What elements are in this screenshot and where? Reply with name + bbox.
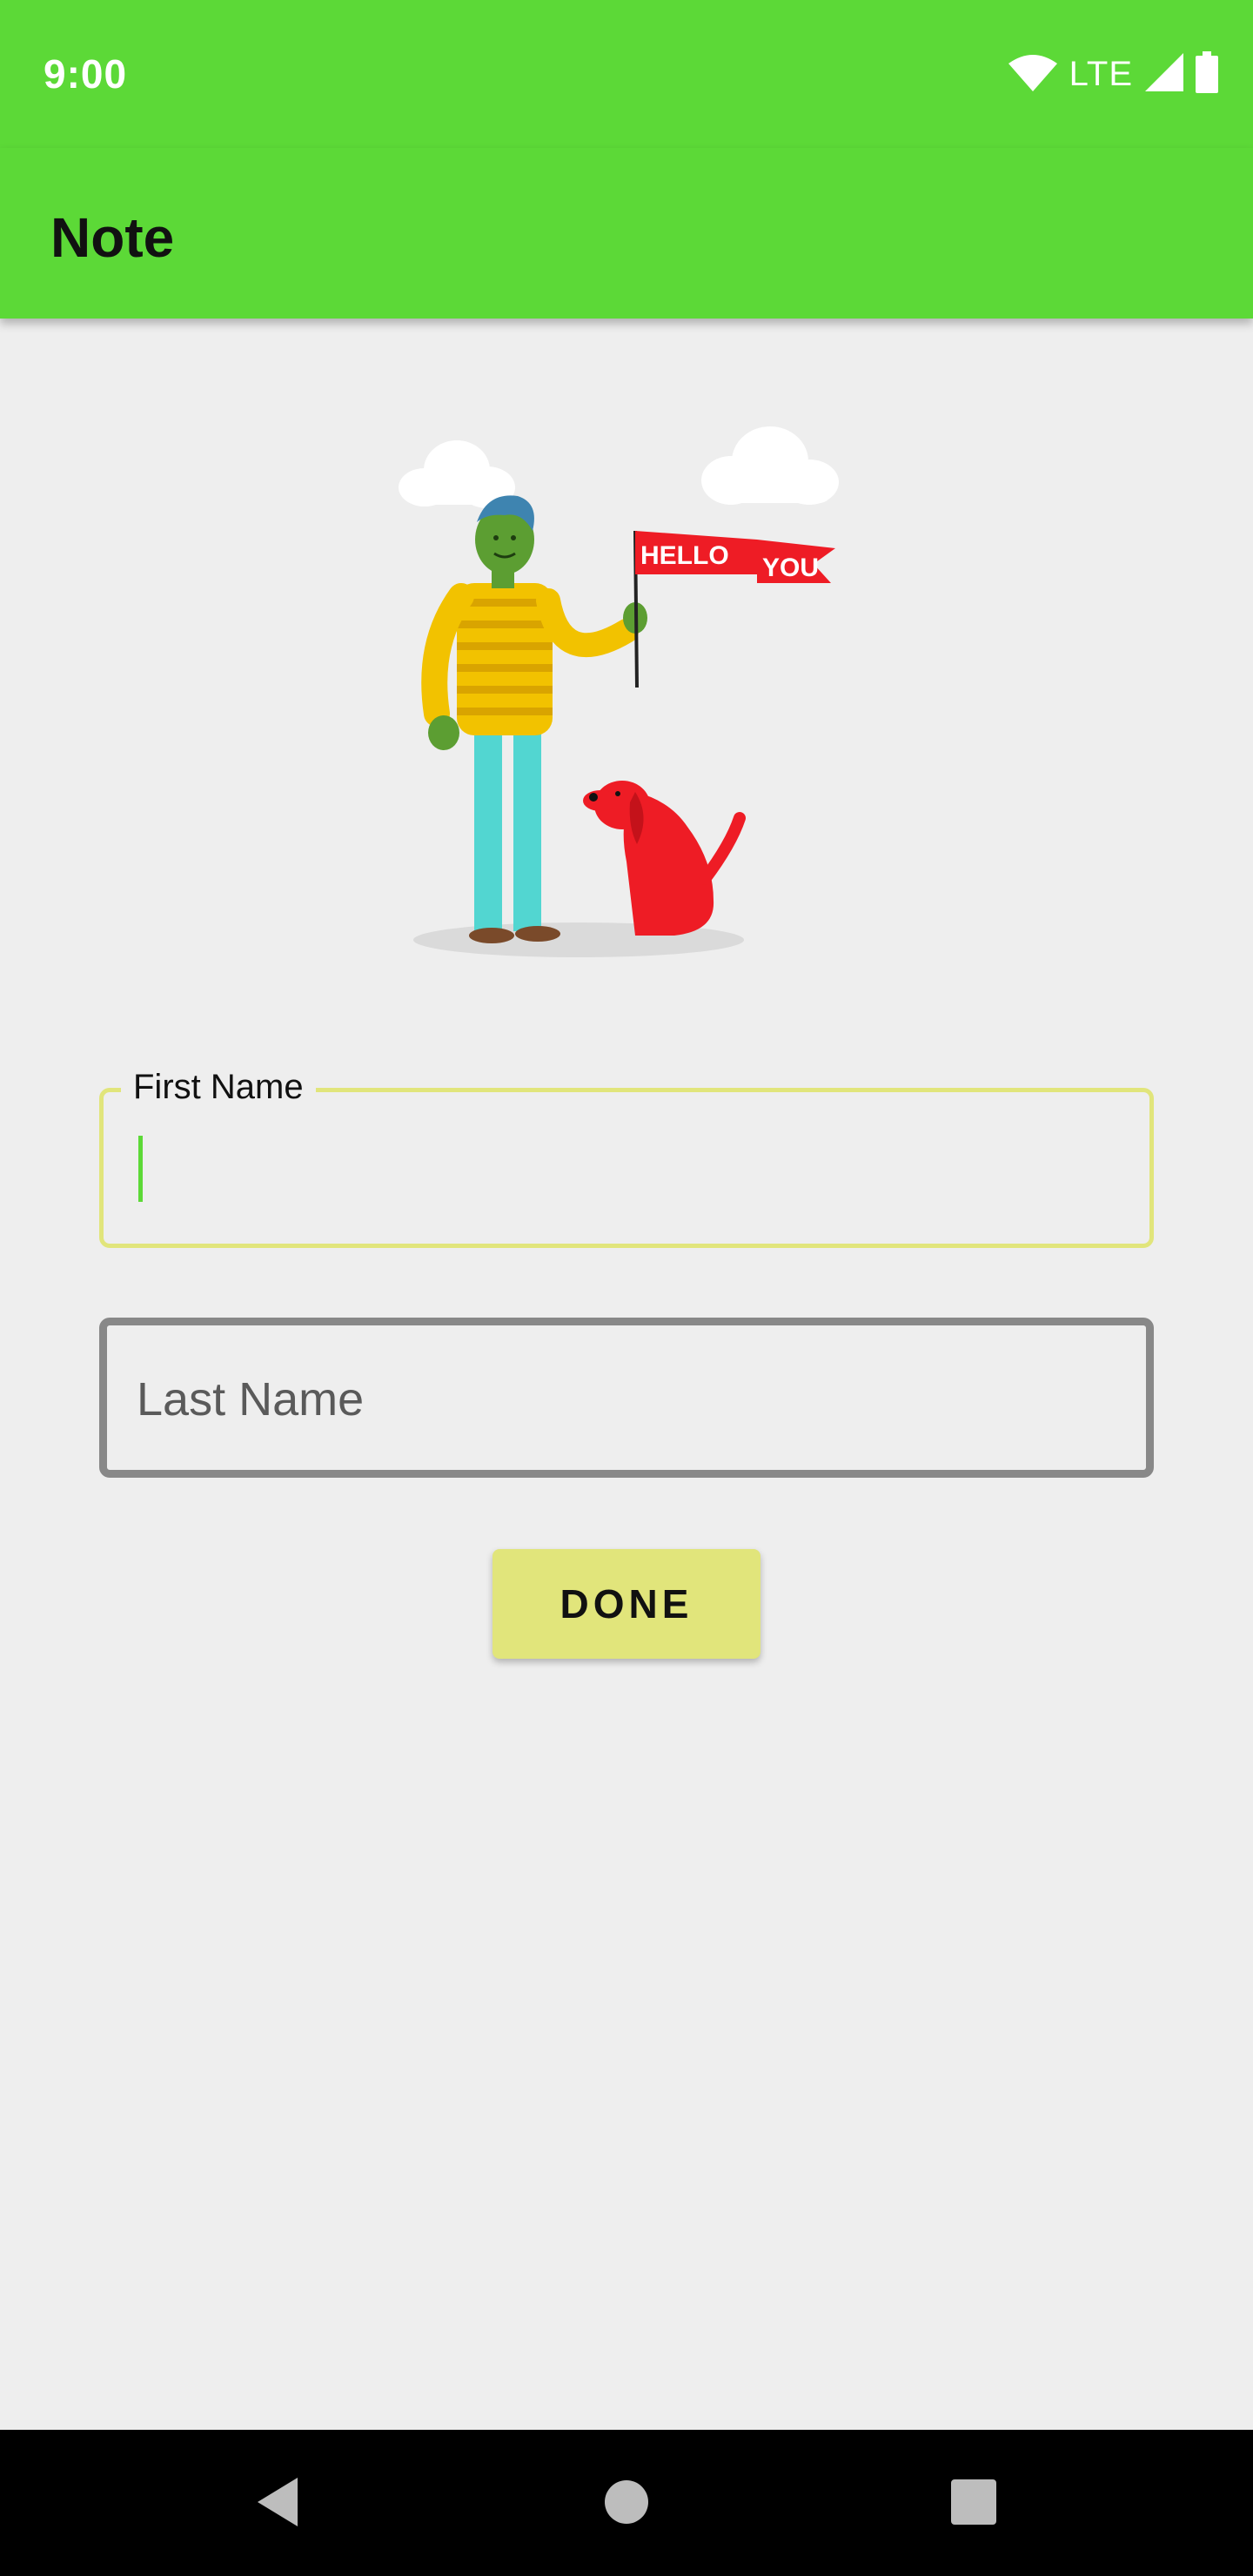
wifi-icon <box>1008 53 1057 96</box>
home-icon <box>604 2479 649 2529</box>
network-type-label: LTE <box>1069 54 1133 93</box>
navigation-bar <box>0 2430 1253 2576</box>
last-name-input[interactable] <box>135 1357 1113 1442</box>
flag-text-you: YOU <box>762 553 819 582</box>
cell-signal-icon <box>1145 52 1183 96</box>
screen: 9:00 LTE Note HELLO YOU First Name Last … <box>0 0 1253 2576</box>
flag-text-hello: HELLO <box>640 541 729 570</box>
status-icons: LTE <box>1008 50 1218 97</box>
done-button[interactable]: DONE <box>492 1549 761 1659</box>
app-title: Note <box>50 206 175 269</box>
first-name-input[interactable] <box>149 1127 1109 1212</box>
hello-you-illustration: HELLO YOU <box>374 409 879 983</box>
text-cursor <box>138 1136 143 1202</box>
recents-button[interactable] <box>935 2465 1013 2543</box>
back-icon <box>254 2476 301 2532</box>
cloud-right-icon <box>701 426 839 505</box>
back-button[interactable] <box>238 2465 317 2543</box>
status-bar: 9:00 LTE <box>0 0 1253 148</box>
recents-icon <box>951 2479 996 2529</box>
home-button[interactable] <box>587 2465 666 2543</box>
battery-icon <box>1196 50 1218 97</box>
status-time: 9:00 <box>44 51 128 97</box>
last-name-field[interactable] <box>99 1318 1154 1478</box>
first-name-label: First Name <box>121 1068 316 1107</box>
app-bar: Note <box>0 148 1253 319</box>
red-dog-icon <box>583 781 746 936</box>
first-name-field[interactable]: First Name <box>99 1068 1154 1248</box>
